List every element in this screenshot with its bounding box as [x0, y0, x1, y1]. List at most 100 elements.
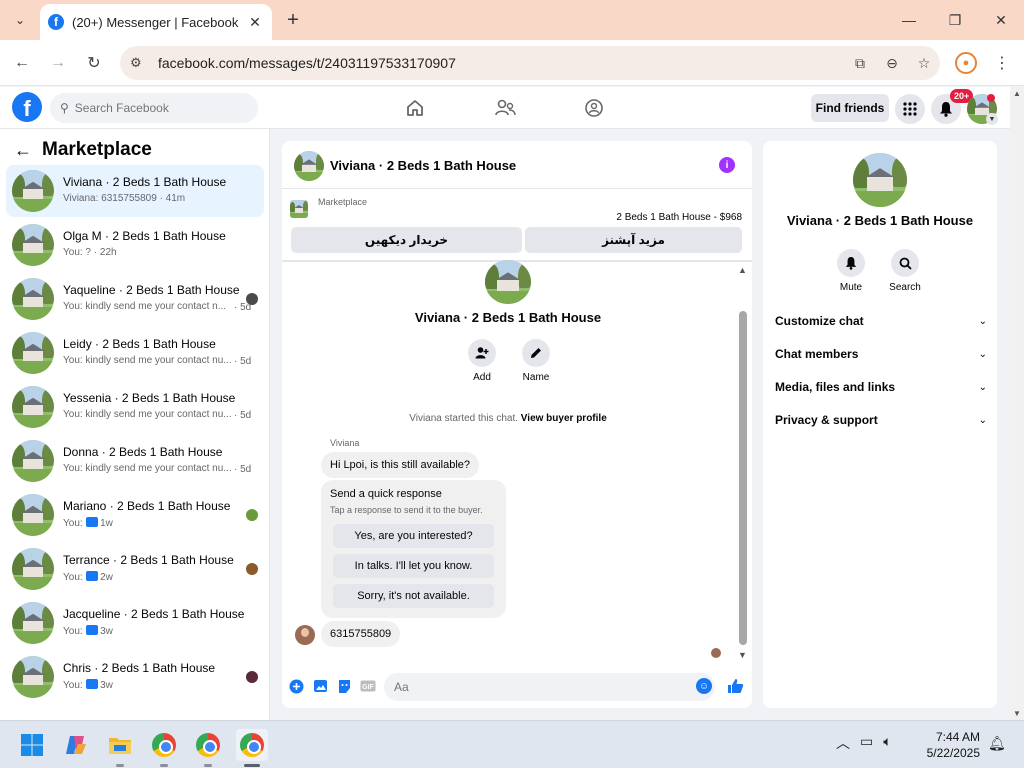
privacy-support-section[interactable]: Privacy & support ⌄ — [775, 410, 987, 430]
listing-title-price[interactable]: 2 Beds 1 Bath House - $968 — [616, 212, 742, 223]
photo-icon[interactable] — [312, 678, 328, 694]
volume-icon[interactable]: 🔈︎ — [883, 733, 891, 753]
like-thumb-icon[interactable] — [726, 677, 744, 695]
sticker-icon[interactable] — [336, 678, 352, 694]
search-input[interactable] — [74, 101, 245, 115]
show-hidden-icons-chevron-icon[interactable]: ︿ — [836, 733, 850, 753]
chrome-profile-1-icon[interactable] — [148, 729, 180, 761]
bookmark-star-icon[interactable]: ☆ — [908, 55, 940, 72]
notification-center-bell-icon[interactable]: 🔔︎ — [988, 735, 1006, 752]
chat-scrollbar[interactable]: ▲ ▼ — [737, 263, 749, 663]
tab-search-chevron-icon[interactable]: ⌄ — [8, 8, 32, 32]
groups-icon[interactable] — [581, 95, 607, 121]
zoom-icon[interactable]: ⊖ — [876, 55, 908, 72]
emoji-icon[interactable]: ☺ — [696, 678, 712, 694]
back-arrow-icon[interactable]: ← — [14, 140, 32, 161]
windows-taskbar: ︿ ▭ 🔈︎ 7:44 AM 5/22/2025 🔔︎ — [0, 720, 1024, 768]
incoming-message[interactable]: 6315755809 — [321, 621, 401, 647]
conversation-avatar — [12, 602, 54, 644]
conversation-item[interactable]: Donna · 2 Beds 1 Bath House You: kindly s… — [6, 435, 264, 487]
customize-chat-section[interactable]: Customize chat ⌄ — [775, 311, 987, 331]
find-friends-button[interactable]: Find friends — [811, 94, 889, 122]
account-chevron-icon[interactable]: ▼ — [986, 113, 998, 125]
profile-icon[interactable]: ● — [955, 52, 977, 74]
address-bar[interactable]: ⚙ facebook.com/messages/t/24031197533170… — [120, 46, 940, 80]
add-people-button[interactable]: Add — [462, 339, 502, 383]
minimize-icon[interactable]: — — [897, 8, 921, 32]
forward-arrow-icon[interactable]: → — [46, 51, 70, 75]
facebook-search[interactable]: ⚲ — [50, 93, 258, 123]
conversation-time: · 3w — [94, 626, 113, 637]
intro-avatar — [485, 260, 531, 304]
conversation-item[interactable]: Leidy · 2 Beds 1 Bath House You: kindly s… — [6, 327, 264, 379]
scroll-down-icon[interactable]: ▼ — [1013, 709, 1021, 718]
quick-response-option[interactable]: In talks. I'll let you know. — [333, 554, 494, 578]
conversation-item[interactable]: Chris · 2 Beds 1 Bath House You: · 3w — [6, 651, 264, 703]
quick-response-option[interactable]: Sorry, it's not available. — [333, 584, 494, 608]
restore-icon[interactable]: ❐ — [943, 8, 967, 32]
browser-menu-icon[interactable]: ⋮ — [992, 51, 1012, 75]
reload-icon[interactable]: ↻ — [82, 51, 106, 75]
search-conversation-button[interactable]: Search — [880, 249, 930, 293]
file-explorer-icon[interactable] — [104, 729, 136, 761]
conversation-info-icon[interactable]: i — [719, 157, 735, 173]
browser-tab-bar: ⌄ f (20+) Messenger | Facebook ✕ + — ❐ ✕ — [0, 0, 1024, 40]
media-files-links-section[interactable]: Media, files and links ⌄ — [775, 377, 987, 397]
new-tab-plus-icon[interactable]: + — [282, 9, 304, 31]
url-text[interactable]: facebook.com/messages/t/2403119753317090… — [158, 55, 844, 71]
site-settings-icon[interactable]: ⚙ — [130, 55, 150, 71]
scroll-down-icon[interactable]: ▼ — [738, 650, 747, 660]
tab-close-icon[interactable]: ✕ — [246, 14, 264, 31]
conversation-item[interactable]: Olga M · 2 Beds 1 Bath House You: ? · 22h — [6, 219, 264, 271]
conversation-item[interactable]: Yaqueline · 2 Beds 1 Bath House You: kind… — [6, 273, 264, 325]
browser-tab[interactable]: f (20+) Messenger | Facebook ✕ — [40, 4, 272, 40]
clock[interactable]: 7:44 AM 5/22/2025 — [924, 729, 980, 761]
more-actions-plus-icon[interactable] — [288, 678, 304, 694]
incoming-message[interactable]: Hi Lpoi, is this still available? — [321, 452, 480, 478]
conversation-snippet: You: kindly send me your contact nu... — [63, 355, 232, 366]
listing-thumbnail[interactable] — [290, 200, 308, 218]
quick-response-option[interactable]: Yes, are you interested? — [333, 524, 494, 548]
chrome-profile-3-icon[interactable] — [236, 729, 268, 761]
conversation-item[interactable]: Jacqueline · 2 Beds 1 Bath House You: · 3… — [6, 597, 264, 649]
facebook-logo-icon[interactable]: f — [12, 92, 42, 122]
chat-header-name[interactable]: Viviana · 2 Beds 1 Bath House — [330, 158, 516, 173]
sender-name: Viviana — [330, 438, 360, 448]
gif-icon[interactable]: GIF — [360, 678, 376, 694]
tab-title: (20+) Messenger | Facebook — [72, 14, 239, 30]
view-buyers-button[interactable]: خریدار دیکھیں — [291, 227, 522, 253]
back-arrow-icon[interactable]: ← — [10, 51, 34, 75]
page-scrollbar[interactable]: ▲ ▼ — [1010, 87, 1024, 720]
conversation-item[interactable]: Mariano · 2 Beds 1 Bath House You: · 1w — [6, 489, 264, 541]
conversation-item[interactable]: Terrance · 2 Beds 1 Bath House You: · 2w — [6, 543, 264, 595]
chat-header-avatar[interactable] — [294, 151, 324, 181]
install-app-icon[interactable]: ⧉ — [844, 55, 876, 72]
scrollbar-thumb[interactable] — [739, 311, 747, 645]
conversation-name: Yessenia · 2 Beds 1 Bath House — [63, 391, 236, 405]
sender-avatar[interactable] — [295, 625, 315, 645]
conversation-name: Leidy · 2 Beds 1 Bath House — [63, 337, 216, 351]
scroll-up-icon[interactable]: ▲ — [1013, 89, 1021, 98]
more-options-button[interactable]: مزید آپشنز — [525, 227, 742, 253]
section-label: Media, files and links — [775, 380, 896, 394]
mute-button[interactable]: Mute — [826, 249, 876, 293]
view-buyer-profile-link[interactable]: View buyer profile — [521, 413, 607, 424]
conversation-item[interactable]: Viviana · 2 Beds 1 Bath House Viviana: 63… — [6, 165, 264, 217]
chat-header: Viviana · 2 Beds 1 Bath House i — [282, 141, 752, 189]
edit-name-button[interactable]: Name — [516, 339, 556, 383]
network-icon[interactable]: ▭ — [860, 733, 873, 753]
scroll-up-icon[interactable]: ▲ — [738, 265, 747, 275]
home-icon[interactable] — [402, 95, 428, 121]
conversation-item[interactable]: Yessenia · 2 Beds 1 Bath House You: kindl… — [6, 381, 264, 433]
chrome-profile-2-icon[interactable] — [192, 729, 224, 761]
copilot-icon[interactable] — [60, 729, 92, 761]
active-indicator — [244, 764, 260, 767]
facebook-favicon-icon: f — [48, 14, 64, 30]
windows-start-icon[interactable] — [16, 729, 48, 761]
menu-grid-icon[interactable] — [895, 94, 925, 124]
friends-icon[interactable] — [492, 95, 518, 121]
message-input[interactable] — [384, 673, 715, 701]
mute-label: Mute — [839, 282, 863, 293]
window-close-icon[interactable]: ✕ — [989, 8, 1013, 32]
chat-members-section[interactable]: Chat members ⌄ — [775, 344, 987, 364]
